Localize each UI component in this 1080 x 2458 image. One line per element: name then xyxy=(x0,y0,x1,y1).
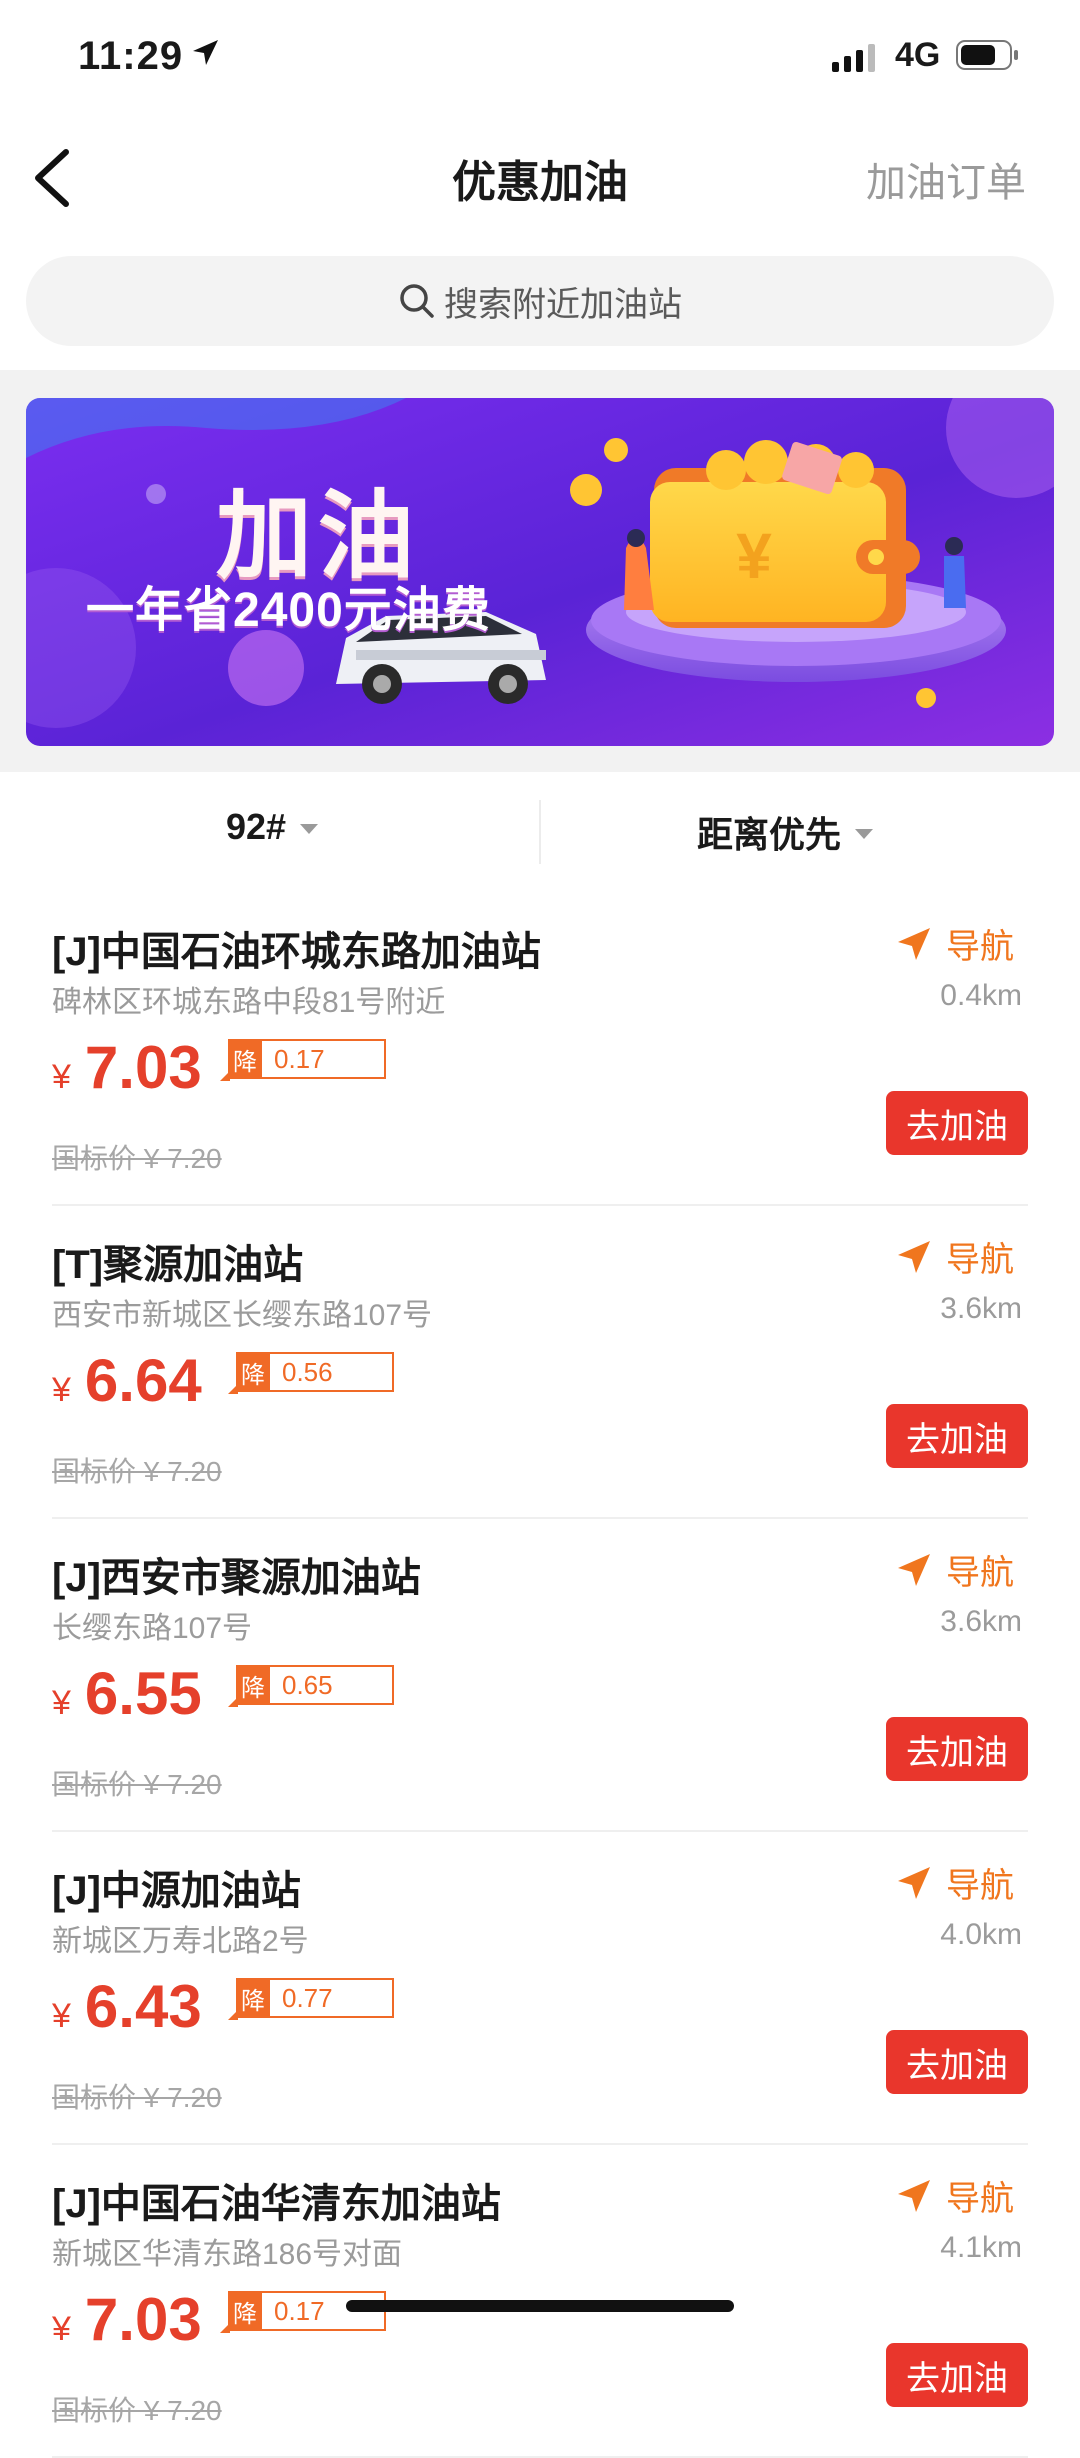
price-value: 6.64 xyxy=(84,1347,202,1414)
navigate-arrow-icon xyxy=(898,1240,930,1273)
discount-amount: 0.17 xyxy=(262,1039,386,1079)
nav-bar: 优惠加油 加油订单 xyxy=(0,110,1080,240)
discount-amount: 0.56 xyxy=(270,1352,394,1392)
chevron-down-icon xyxy=(300,824,319,834)
refuel-button[interactable]: 去加油 xyxy=(886,1717,1028,1781)
banner-subtitle: 一年省2400元油费 xyxy=(86,584,491,637)
refuel-button[interactable]: 去加油 xyxy=(886,2030,1028,2094)
navigate-button[interactable]: 导航 xyxy=(896,2171,1014,2220)
currency-symbol: ¥ xyxy=(52,2310,71,2348)
home-indicator[interactable] xyxy=(346,2300,734,2312)
station-price: ¥ 7.03 xyxy=(52,1033,202,1102)
discount-badge: 降 0.17 xyxy=(220,1039,386,1081)
sort-label: 距离优先 xyxy=(697,814,842,855)
status-time: 11:29 xyxy=(78,34,184,78)
signal-icon xyxy=(832,44,875,72)
discount-badge: 降 0.65 xyxy=(228,1665,394,1707)
currency-symbol: ¥ xyxy=(52,1058,71,1096)
station-address: 新城区华清东路186号对面 xyxy=(52,2238,403,2271)
price-value: 7.03 xyxy=(84,2286,202,2353)
station-item[interactable]: [J]中源加油站 新城区万寿北路2号 导航 4.0km ¥ 6.43 降 0.7… xyxy=(0,1832,1080,2145)
discount-badge: 降 0.56 xyxy=(228,1352,394,1394)
station-item[interactable]: [J]西安市聚源加油站 长缨东路107号 导航 3.6km ¥ 6.55 降 0… xyxy=(0,1519,1080,1832)
price-value: 6.43 xyxy=(84,1973,202,2040)
station-distance: 3.6km xyxy=(940,1605,1022,1638)
station-item[interactable]: [T]聚源加油站 西安市新城区长缨东路107号 导航 3.6km ¥ 6.64 … xyxy=(0,1206,1080,1519)
promo-banner[interactable]: ¥ 加油 一年省2400元油费 xyxy=(26,398,1054,746)
price-value: 7.03 xyxy=(84,1034,202,1101)
navigate-label: 导航 xyxy=(946,1554,1014,1592)
navigate-arrow-icon xyxy=(898,927,930,960)
discount-label: 降 xyxy=(220,1039,262,1081)
guide-price: 国标价 ¥ 7.20 xyxy=(52,2395,222,2426)
currency-symbol: ¥ xyxy=(52,1684,71,1722)
network-type: 4G xyxy=(895,36,941,74)
discount-label: 降 xyxy=(228,1665,270,1707)
navigate-label: 导航 xyxy=(946,1241,1014,1279)
guide-price: 国标价 ¥ 7.20 xyxy=(52,2082,222,2113)
navigate-label: 导航 xyxy=(946,1867,1014,1905)
station-address: 碑林区环城东路中段81号附近 xyxy=(52,986,446,1019)
currency-symbol: ¥ xyxy=(52,1997,71,2035)
station-price: ¥ 6.43 xyxy=(52,1972,202,2041)
search-icon xyxy=(400,284,434,318)
fuel-type-label: 92# xyxy=(226,806,287,847)
location-arrow-icon xyxy=(193,40,218,65)
discount-label: 降 xyxy=(220,2291,262,2333)
station-name: [J]中源加油站 xyxy=(52,1869,301,1913)
station-price: ¥ 6.55 xyxy=(52,1659,202,1728)
navigate-arrow-icon xyxy=(898,1866,930,1899)
filter-bar: 92# 距离优先 xyxy=(0,772,1080,890)
chevron-down-icon xyxy=(855,829,874,839)
orders-link[interactable]: 加油订单 xyxy=(866,150,1026,208)
search-bar[interactable]: 搜索附近加油站 xyxy=(26,256,1054,346)
search-placeholder: 搜索附近加油站 xyxy=(444,285,682,324)
refuel-button[interactable]: 去加油 xyxy=(886,1404,1028,1468)
discount-amount: 0.65 xyxy=(270,1665,394,1705)
currency-symbol: ¥ xyxy=(52,1371,71,1409)
station-name: [T]聚源加油站 xyxy=(52,1243,304,1287)
station-address: 西安市新城区长缨东路107号 xyxy=(52,1299,433,1332)
navigate-label: 导航 xyxy=(946,2180,1014,2218)
station-address: 长缨东路107号 xyxy=(52,1612,253,1645)
discount-badge: 降 0.77 xyxy=(228,1978,394,2020)
navigate-button[interactable]: 导航 xyxy=(896,1858,1014,1907)
status-bar: 11:29 4G xyxy=(0,0,1080,110)
sort-filter[interactable]: 距离优先 xyxy=(697,806,874,858)
battery-icon xyxy=(956,40,1018,70)
station-distance: 4.1km xyxy=(940,2231,1022,2264)
navigate-arrow-icon xyxy=(898,1553,930,1586)
navigate-arrow-icon xyxy=(898,2179,930,2212)
guide-price: 国标价 ¥ 7.20 xyxy=(52,1143,222,1174)
guide-price: 国标价 ¥ 7.20 xyxy=(52,1456,222,1487)
navigate-button[interactable]: 导航 xyxy=(896,919,1014,968)
discount-amount: 0.77 xyxy=(270,1978,394,2018)
station-item[interactable]: [J]中国石油环城东路加油站 碑林区环城东路中段81号附近 导航 0.4km ¥… xyxy=(0,893,1080,1206)
station-name: [J]中国石油环城东路加油站 xyxy=(52,930,541,974)
station-distance: 0.4km xyxy=(940,979,1022,1012)
station-address: 新城区万寿北路2号 xyxy=(52,1925,309,1958)
price-value: 6.55 xyxy=(84,1660,202,1727)
refuel-button[interactable]: 去加油 xyxy=(886,1091,1028,1155)
fuel-type-filter[interactable]: 92# xyxy=(226,806,319,848)
station-name: [J]中国石油华清东加油站 xyxy=(52,2182,501,2226)
discount-label: 降 xyxy=(228,1978,270,2020)
navigate-button[interactable]: 导航 xyxy=(896,1545,1014,1594)
station-name: [J]西安市聚源加油站 xyxy=(52,1556,421,1600)
guide-price: 国标价 ¥ 7.20 xyxy=(52,1769,222,1800)
station-distance: 3.6km xyxy=(940,1292,1022,1325)
discount-label: 降 xyxy=(228,1352,270,1394)
navigate-label: 导航 xyxy=(946,928,1014,966)
filter-divider xyxy=(539,800,541,864)
station-price: ¥ 7.03 xyxy=(52,2285,202,2354)
navigate-button[interactable]: 导航 xyxy=(896,1232,1014,1281)
station-price: ¥ 6.64 xyxy=(52,1346,202,1415)
station-distance: 4.0km xyxy=(940,1918,1022,1951)
refuel-button[interactable]: 去加油 xyxy=(886,2343,1028,2407)
coin-symbol: ¥ xyxy=(736,520,772,592)
